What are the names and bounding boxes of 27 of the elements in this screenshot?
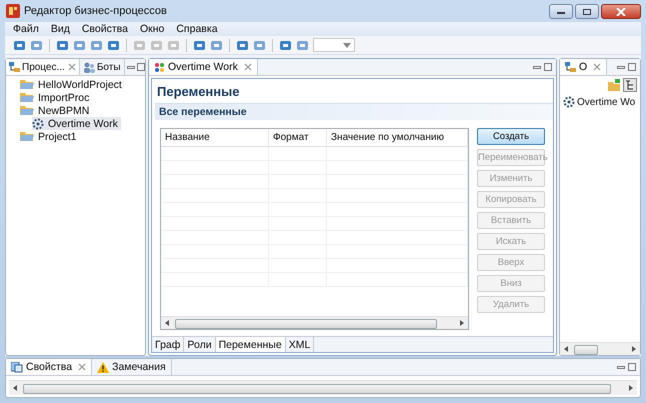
view-tab[interactable]: Боты (80, 59, 124, 75)
action-button[interactable]: Создать (477, 128, 545, 145)
tree-item[interactable]: Project1 (20, 130, 80, 143)
view-tab[interactable]: Свойства (6, 359, 92, 375)
section-header: Все переменные (155, 103, 553, 120)
menu-item[interactable]: Окно (134, 23, 170, 35)
tree-item[interactable]: NewBPMN (20, 104, 92, 117)
view-tab[interactable]: Замечания (92, 359, 172, 375)
tree-item[interactable]: Overtime Wo (563, 96, 640, 108)
column-header[interactable]: Название (161, 129, 269, 146)
menu-item[interactable]: Файл (7, 23, 45, 35)
column-header[interactable]: Формат (269, 129, 327, 146)
page-title: Переменные (156, 83, 240, 101)
tree-item[interactable]: Overtime Work (32, 117, 121, 130)
window-title: Редактор бизнес-процессов (24, 5, 167, 17)
tree-item[interactable]: HelloWorldProject (20, 78, 125, 91)
menu-item[interactable]: Вид (44, 23, 76, 35)
editor-page-tab[interactable]: Граф (152, 337, 184, 352)
editor-tab[interactable]: Overtime Work (149, 59, 258, 75)
editor-page-tab[interactable]: XML (286, 337, 314, 352)
view-tab[interactable]: Процес... (6, 59, 80, 75)
menu-item[interactable]: Справка (170, 23, 224, 35)
column-header[interactable]: Значение по умолчанию (327, 129, 468, 146)
editor-page-tab[interactable]: Переменные (216, 337, 286, 352)
view-tab[interactable]: O (560, 59, 608, 75)
tree-item[interactable]: ImportProc (20, 91, 92, 104)
menu-item[interactable]: Свойства (76, 23, 134, 35)
